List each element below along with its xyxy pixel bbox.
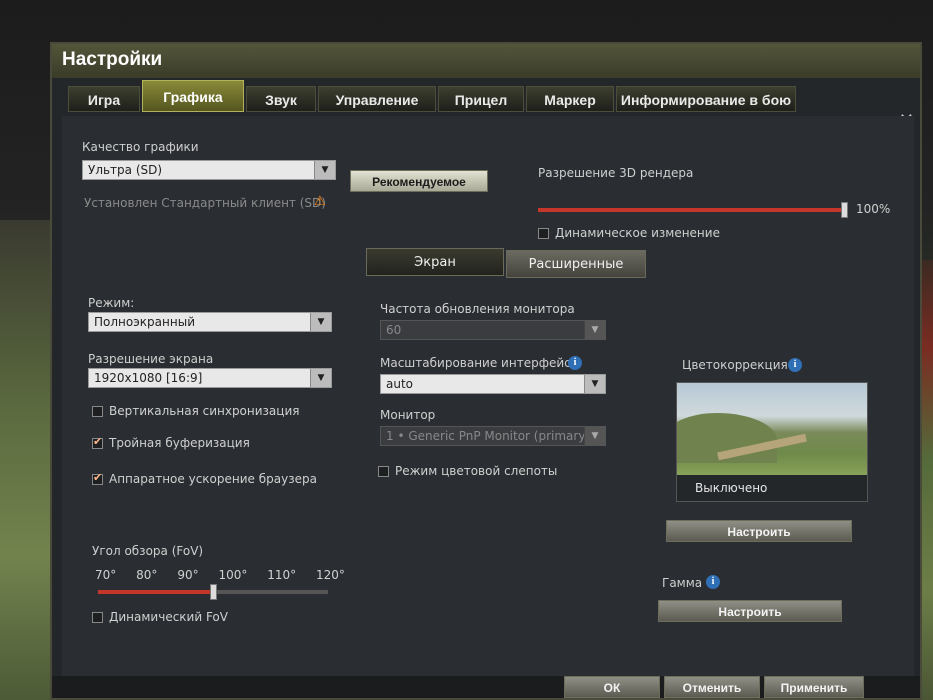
vsync-checkbox[interactable]: Вертикальная синхронизация <box>92 404 299 418</box>
tab-graphics[interactable]: Графика <box>142 80 244 112</box>
color-correction-status: Выключено <box>677 475 867 501</box>
hw-acceleration-checkbox[interactable]: Аппаратное ускорение браузера <box>92 471 317 486</box>
fov-tick: 120° <box>316 568 345 582</box>
tab-sight[interactable]: Прицел <box>438 86 524 112</box>
subtab-screen[interactable]: Экран <box>366 248 504 276</box>
fov-tick: 90° <box>177 568 199 582</box>
warning-icon: ⚠ <box>314 194 326 209</box>
checkbox-box <box>92 405 103 417</box>
dynamic-fov-checkbox[interactable]: Динамический FoV <box>92 610 228 624</box>
info-icon[interactable]: i <box>706 575 720 589</box>
footer-bar: ОК Отменить Применить <box>52 676 920 698</box>
tab-battle-info[interactable]: Информирование в бою <box>616 86 796 112</box>
dynamic-change-label: Динамическое изменение <box>555 226 720 240</box>
hw-acceleration-label: Аппаратное ускорение браузера <box>109 472 317 486</box>
render-slider[interactable] <box>538 202 848 218</box>
ui-scale-select[interactable]: auto ▼ <box>380 374 606 394</box>
info-icon[interactable]: i <box>788 358 802 372</box>
tab-game[interactable]: Игра <box>68 86 140 112</box>
ui-scale-label: Масштабирование интерфейса <box>380 356 579 370</box>
fov-slider-fill <box>98 590 213 594</box>
checkbox-box <box>92 435 103 449</box>
refresh-rate-label: Частота обновления монитора <box>380 302 575 316</box>
refresh-rate-select[interactable]: 60 ▼ <box>380 320 606 340</box>
gamma-label: Гамма <box>662 576 703 590</box>
titlebar: Настройки <box>52 44 920 78</box>
checkbox-box <box>538 227 549 239</box>
ui-scale-value: auto <box>386 377 414 391</box>
color-correction-preview[interactable]: Выключено <box>676 382 868 502</box>
subtab-advanced[interactable]: Расширенные <box>506 250 646 278</box>
fov-scale: 70° 80° 90° 100° 110° 120° <box>95 568 345 582</box>
tab-sound[interactable]: Звук <box>246 86 316 112</box>
colorblind-label: Режим цветовой слепоты <box>395 464 558 478</box>
client-note: Установлен Стандартный клиент (SD) <box>84 196 326 210</box>
graphics-panel: Качество графики Ультра (SD) ▼ Установле… <box>62 116 914 688</box>
quality-select[interactable]: Ультра (SD) ▼ <box>82 160 336 180</box>
monitor-label: Монитор <box>380 408 436 422</box>
triple-buffering-label: Тройная буферизация <box>109 436 250 450</box>
chevron-down-icon: ▼ <box>314 161 335 179</box>
dynamic-fov-label: Динамический FoV <box>109 610 228 624</box>
color-correction-label: Цветокоррекция <box>682 358 788 372</box>
mode-value: Полноэкранный <box>94 315 195 329</box>
checkbox-box <box>92 471 103 485</box>
mode-select[interactable]: Полноэкранный ▼ <box>88 312 332 332</box>
ok-button[interactable]: ОК <box>564 676 660 698</box>
recommended-button[interactable]: Рекомендуемое <box>350 170 488 192</box>
quality-label: Качество графики <box>82 140 199 154</box>
checkbox-box <box>92 611 103 623</box>
tab-controls[interactable]: Управление <box>318 86 436 112</box>
quality-value: Ультра (SD) <box>88 163 163 177</box>
render-slider-fill <box>538 208 848 212</box>
checkbox-box <box>378 465 389 477</box>
chevron-down-icon: ▼ <box>310 369 331 387</box>
fov-slider[interactable] <box>98 584 328 600</box>
info-icon[interactable]: i <box>568 356 582 370</box>
cancel-button[interactable]: Отменить <box>664 676 760 698</box>
fov-tick: 110° <box>267 568 297 582</box>
gamma-configure-button[interactable]: Настроить <box>658 600 842 622</box>
resolution-label: Разрешение экрана <box>88 352 214 366</box>
refresh-rate-value: 60 <box>386 323 402 337</box>
resolution-select[interactable]: 1920x1080 [16:9] ▼ <box>88 368 332 388</box>
render-value: 100% <box>856 202 891 216</box>
render-label: Разрешение 3D рендера <box>538 166 694 180</box>
chevron-down-icon: ▼ <box>584 375 605 393</box>
color-correction-configure-button[interactable]: Настроить <box>666 520 852 542</box>
fov-tick: 80° <box>136 568 158 582</box>
triple-buffering-checkbox[interactable]: Тройная буферизация <box>92 435 250 450</box>
fov-tick: 100° <box>218 568 248 582</box>
monitor-value: 1 • Generic PnP Monitor (primary) <box>386 429 591 443</box>
vsync-label: Вертикальная синхронизация <box>109 404 300 418</box>
fov-label: Угол обзора (FoV) <box>92 544 204 558</box>
dynamic-change-checkbox[interactable]: Динамическое изменение <box>538 226 720 240</box>
chevron-down-icon: ▼ <box>584 321 605 339</box>
render-slider-handle[interactable] <box>841 202 848 218</box>
apply-button[interactable]: Применить <box>764 676 864 698</box>
mode-label: Режим: <box>88 296 135 310</box>
window-title: Настройки <box>62 49 163 70</box>
chevron-down-icon: ▼ <box>584 427 605 445</box>
fov-slider-handle[interactable] <box>210 584 217 600</box>
settings-window: Настройки ✕ Игра Графика Звук Управление… <box>50 42 922 700</box>
resolution-value: 1920x1080 [16:9] <box>94 371 203 385</box>
tab-marker[interactable]: Маркер <box>526 86 614 112</box>
colorblind-checkbox[interactable]: Режим цветовой слепоты <box>378 464 557 478</box>
fov-tick: 70° <box>95 568 117 582</box>
chevron-down-icon: ▼ <box>310 313 331 331</box>
monitor-select[interactable]: 1 • Generic PnP Monitor (primary) ▼ <box>380 426 606 446</box>
